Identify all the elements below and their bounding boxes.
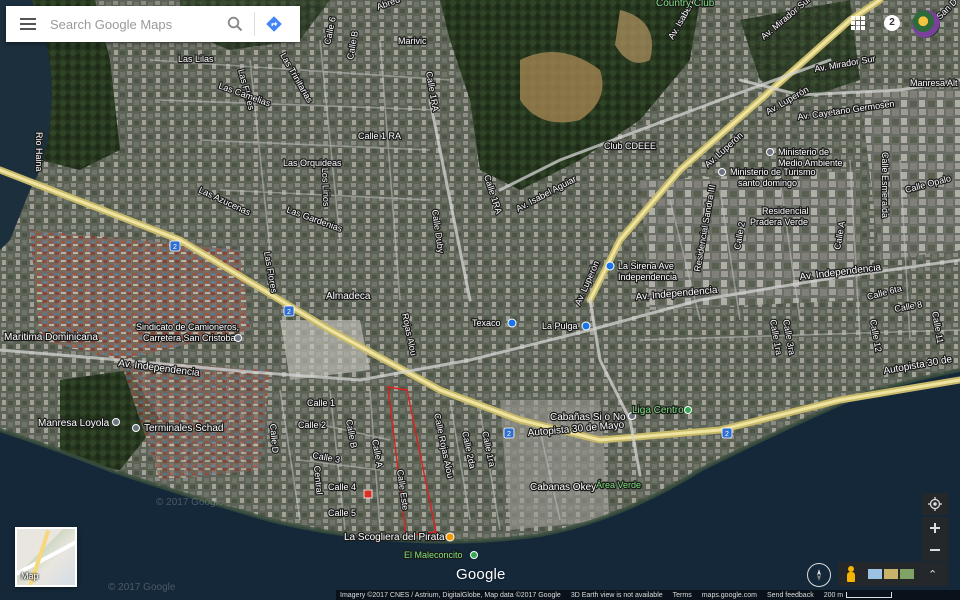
park-icon[interactable]	[470, 551, 478, 559]
location-control	[922, 493, 948, 515]
poi-label[interactable]: Área Verde	[595, 479, 642, 491]
satellite-map[interactable]: 2 2 2 2 Calle 6 Abreu Marivic Las Lilas …	[0, 0, 960, 600]
earth-view-note: 3D Earth view is not available	[570, 591, 663, 599]
street-label: Calle 1 RA	[358, 131, 401, 141]
poi-marker[interactable]	[234, 334, 242, 342]
route-shield: 2	[721, 427, 733, 439]
search-box	[6, 6, 300, 42]
attribution-bar: Imagery ©2017 CNES / Astrium, DigitalGlo…	[336, 590, 960, 600]
poi-label[interactable]: La Sirena Ave Independencia	[617, 260, 678, 283]
notifications-badge[interactable]: 2	[884, 15, 900, 31]
poi-label-line: Sindicato de Camioneros,	[136, 322, 239, 332]
hospital-icon[interactable]	[363, 489, 373, 499]
poi-label[interactable]: La Pulga	[541, 320, 579, 332]
street-label: Las Orquideas	[283, 158, 342, 168]
shopping-icon[interactable]	[605, 261, 615, 271]
poi-label[interactable]: Almadeca	[325, 290, 372, 303]
maps-url-link[interactable]: maps.google.com	[702, 592, 757, 599]
street-label: Manresa Alt	[910, 78, 958, 88]
svg-text:2: 2	[173, 244, 177, 251]
route-shield: 2	[503, 427, 515, 439]
street-view-bar: ⌃	[838, 562, 948, 586]
poi-label[interactable]: Country Club	[655, 0, 716, 10]
imagery-thumbnails[interactable]	[868, 569, 914, 579]
crosshair-icon	[928, 497, 942, 511]
scale-indicator[interactable]: 200 m	[823, 591, 893, 599]
copyright-watermark: © 2017 Google	[108, 582, 176, 593]
zoom-control	[922, 517, 948, 561]
poi-label[interactable]: Liga Centro	[631, 404, 686, 417]
poi-marker[interactable]	[718, 168, 726, 176]
street-label: Marivic	[398, 36, 427, 46]
poi-label-line: La Sirena Ave	[618, 261, 674, 271]
my-location-button[interactable]	[922, 493, 948, 515]
street-label: Maritima Dominicana	[4, 332, 98, 343]
minus-icon	[930, 549, 940, 551]
poi-marker[interactable]	[112, 418, 120, 426]
poi-label-line: Ministerio de	[778, 147, 829, 157]
poi-marker[interactable]	[132, 424, 140, 432]
divider	[254, 12, 255, 36]
layer-toggle-label: Map	[21, 571, 39, 581]
poi-label-line: Residencial	[762, 206, 809, 216]
imagery-attribution: Imagery ©2017 CNES / Astrium, DigitalGlo…	[340, 591, 561, 599]
apps-grid-icon[interactable]	[851, 16, 865, 30]
poi-marker[interactable]	[684, 406, 692, 414]
map-layer-toggle[interactable]: Map	[15, 527, 77, 587]
copyright-watermark: © 2017 Google	[156, 497, 224, 508]
poi-label[interactable]: Club CDEEE	[603, 140, 657, 152]
route-shield: 2	[169, 240, 181, 252]
street-label: Calle Esmeralda	[880, 152, 890, 218]
poi-label-line: Carretera San Cristobal	[143, 333, 238, 343]
poi-label-line: Ministerio de Turismo	[730, 167, 816, 177]
poi-label[interactable]: El Maleconcito	[403, 549, 464, 561]
street-label: Calle 2	[298, 420, 326, 430]
route-shield: 2	[283, 305, 295, 317]
search-icon	[227, 16, 243, 32]
svg-text:2: 2	[287, 309, 291, 316]
google-logo: Google	[456, 566, 506, 583]
scale-label: 200 m	[823, 591, 844, 599]
expand-icon[interactable]: ⌃	[928, 568, 937, 581]
poi-label-line: santo domingo	[738, 178, 797, 188]
pegman-icon[interactable]	[840, 563, 862, 585]
poi-label[interactable]: La Scogliera del Pirata	[343, 531, 446, 544]
poi-label-line: Pradera Verde	[750, 217, 808, 227]
account-avatar[interactable]	[912, 10, 940, 38]
poi-label[interactable]: Cabanas Okey	[529, 481, 598, 494]
directions-button[interactable]	[259, 6, 289, 42]
compass-icon	[817, 569, 821, 581]
svg-text:2: 2	[507, 431, 511, 438]
street-label: Calle 4	[328, 482, 356, 492]
compass-button[interactable]	[807, 563, 831, 587]
search-input[interactable]	[48, 15, 220, 33]
poi-label[interactable]: Texaco	[471, 317, 502, 329]
menu-icon[interactable]	[20, 18, 36, 30]
zoom-in-button[interactable]	[922, 517, 948, 539]
street-label: Calle 1	[307, 398, 335, 408]
scale-bar	[846, 591, 893, 598]
street-label: Los Lirios	[320, 168, 331, 207]
svg-text:2: 2	[725, 431, 729, 438]
poi-label[interactable]: Terminales Schad	[143, 422, 225, 435]
zoom-out-button[interactable]	[922, 539, 948, 561]
fuel-icon[interactable]	[507, 318, 517, 328]
poi-label[interactable]: Sindicato de Camioneros, Carretera San Cr…	[135, 321, 240, 344]
street-label: Las Lilas	[178, 54, 214, 64]
search-button[interactable]	[220, 6, 250, 42]
shopping-icon[interactable]	[581, 321, 591, 331]
poi-label-line: Independencia	[618, 272, 677, 282]
directions-icon	[266, 16, 282, 32]
terms-link[interactable]: Terms	[673, 592, 692, 599]
restaurant-icon[interactable]	[445, 532, 455, 542]
poi-marker[interactable]	[766, 148, 774, 156]
poi-label[interactable]: Manresa Loyola	[37, 417, 111, 430]
poi-label[interactable]: Cabañas Si o No	[549, 411, 627, 424]
street-label: Calle 5	[328, 508, 356, 518]
plus-icon	[930, 523, 940, 533]
send-feedback-link[interactable]: Send feedback	[767, 592, 814, 599]
street-label: Rio Haina	[34, 132, 44, 172]
